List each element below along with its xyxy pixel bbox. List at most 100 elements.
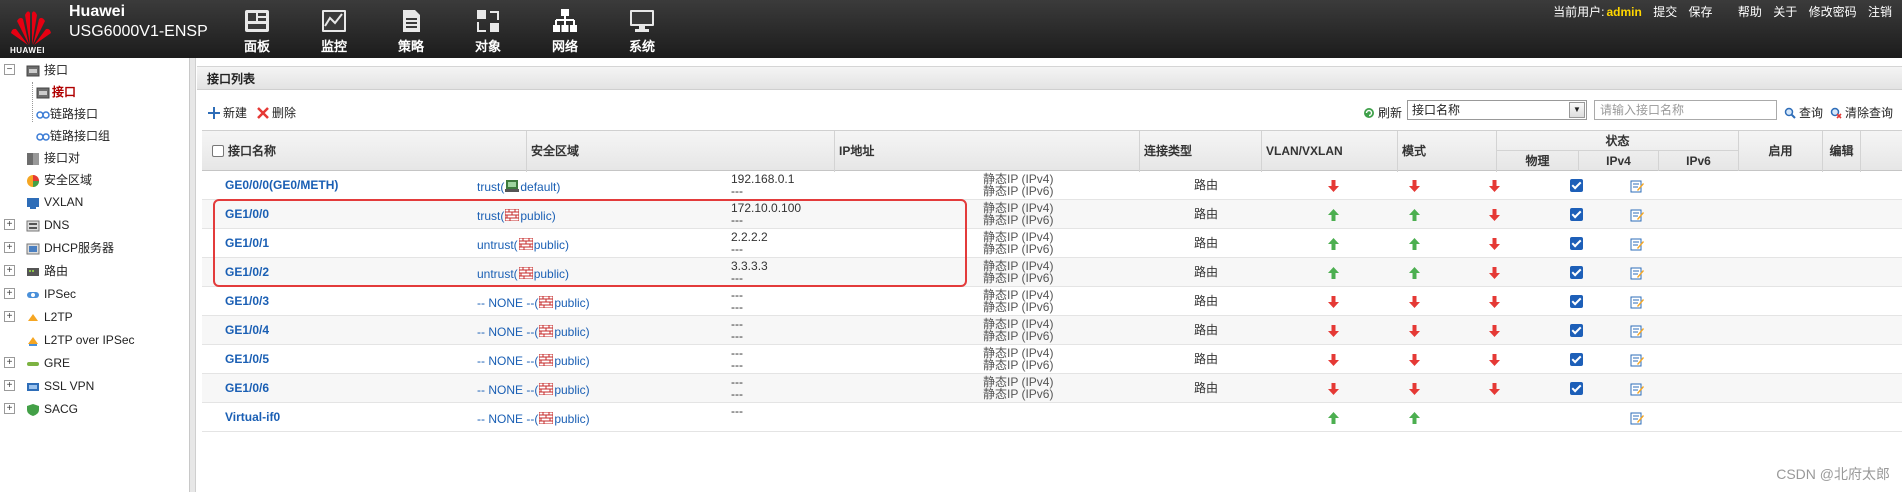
interface-name-link[interactable]: Virtual-if0 xyxy=(225,403,280,432)
sidebar-splitter[interactable] xyxy=(190,58,196,492)
nav-dashboard[interactable]: 面板 xyxy=(229,8,285,55)
nav-system[interactable]: 系统 xyxy=(614,8,670,55)
sidebar-item-label: DNS xyxy=(44,218,70,232)
expand-toggle[interactable]: + xyxy=(4,380,15,391)
about-link[interactable]: 关于 xyxy=(1773,5,1797,19)
tree-line xyxy=(32,82,33,122)
table-row[interactable]: GE1/0/5 -- NONE --(public) --- --- 静态IP (IPv… xyxy=(202,345,1902,374)
security-zone-link[interactable]: untrust(public) xyxy=(477,260,569,289)
filter-field-select[interactable]: 接口名称 ▼ xyxy=(1407,100,1587,120)
edit-icon[interactable] xyxy=(1630,295,1644,309)
sidebar-item-interface[interactable]: 接口 xyxy=(36,82,76,102)
table-row[interactable]: GE1/0/1 untrust(public) 2.2.2.2 --- 静态IP (IP… xyxy=(202,229,1902,258)
interface-name-link[interactable]: GE1/0/3 xyxy=(225,287,269,316)
table-row[interactable]: GE1/0/2 untrust(public) 3.3.3.3 --- 静态IP (IP… xyxy=(202,258,1902,287)
edit-icon[interactable] xyxy=(1630,179,1644,193)
expand-toggle[interactable]: + xyxy=(4,288,15,299)
select-all-checkbox[interactable] xyxy=(212,145,224,157)
zone-suffix: public) xyxy=(533,238,570,252)
edit-icon[interactable] xyxy=(1630,353,1644,367)
zone-prefix: -- NONE --( xyxy=(477,412,539,426)
sidebar-item-link-interface-group[interactable]: 链路接口组 xyxy=(36,126,110,146)
interface-name-link[interactable]: GE1/0/0 xyxy=(225,200,269,229)
delete-button[interactable]: 删除 xyxy=(257,104,296,121)
security-zone-link[interactable]: trust(default) xyxy=(477,173,560,202)
interface-name-link[interactable]: GE0/0/0(GE0/METH) xyxy=(225,171,338,200)
security-zone-link[interactable]: trust(public) xyxy=(477,202,556,231)
nav-network[interactable]: 网络 xyxy=(537,8,593,55)
status-down-icon xyxy=(1408,353,1420,366)
mode-value: 路由 xyxy=(1194,178,1219,192)
enable-checkbox[interactable] xyxy=(1569,208,1583,222)
sidebar-item-l2tp-over-ipsec[interactable]: L2TP over IPSec xyxy=(26,330,135,350)
new-button[interactable]: 新建 xyxy=(208,104,247,121)
interface-name-link[interactable]: GE1/0/6 xyxy=(225,374,269,403)
interface-name-link[interactable]: GE1/0/1 xyxy=(225,229,269,258)
enable-checkbox[interactable] xyxy=(1569,266,1583,280)
expand-toggle[interactable]: + xyxy=(4,242,15,253)
change-password-link[interactable]: 修改密码 xyxy=(1809,5,1857,19)
security-zone-link[interactable]: untrust(public) xyxy=(477,231,569,260)
security-zone-link[interactable]: -- NONE --(public) xyxy=(477,318,590,347)
enable-checkbox[interactable] xyxy=(1569,324,1583,338)
table-row[interactable]: GE0/0/0(GE0/METH) trust(default) 192.168.0… xyxy=(202,171,1902,200)
edit-icon[interactable] xyxy=(1630,237,1644,251)
query-button[interactable]: 查询 xyxy=(1784,104,1823,121)
top-links: 当前用户: admin 提交 保存 帮助 关于 修改密码 注销 xyxy=(1553,3,1892,20)
ip-address: 3.3.3.3 --- xyxy=(731,258,768,287)
sidebar-item-link-interface[interactable]: 链路接口 xyxy=(36,104,98,124)
ipv4-status xyxy=(1374,316,1454,345)
sidebar-item-security-zone[interactable]: 安全区域 xyxy=(26,170,92,190)
security-zone-link[interactable]: -- NONE --(public) xyxy=(477,376,590,405)
collapse-toggle[interactable]: − xyxy=(4,64,15,75)
connection-type: 静态IP (IPv4) 静态IP (IPv6) xyxy=(983,229,1053,258)
expand-toggle[interactable]: + xyxy=(4,311,15,322)
enable-checkbox[interactable] xyxy=(1569,179,1583,193)
enable-checkbox[interactable] xyxy=(1569,237,1583,251)
edit-icon[interactable] xyxy=(1630,411,1644,425)
clear-query-button[interactable]: 清除查询 xyxy=(1830,104,1893,121)
logout-link[interactable]: 注销 xyxy=(1868,5,1892,19)
sidebar-item-vxlan[interactable]: VXLAN xyxy=(26,192,83,212)
edit-icon[interactable] xyxy=(1630,324,1644,338)
edit-icon[interactable] xyxy=(1630,382,1644,396)
sidebar-item-label: 接口 xyxy=(52,85,77,99)
interface-name-link[interactable]: GE1/0/2 xyxy=(225,258,269,287)
edit-icon[interactable] xyxy=(1630,208,1644,222)
table-row[interactable]: GE1/0/0 trust(public) 172.10.0.100 --- 静态IP … xyxy=(202,200,1902,229)
nav-object[interactable]: 对象 xyxy=(460,8,516,55)
ipv4-status xyxy=(1374,403,1454,432)
edit-icon[interactable] xyxy=(1630,266,1644,280)
interface-name-link[interactable]: GE1/0/5 xyxy=(225,345,269,374)
table-row[interactable]: GE1/0/4 -- NONE --(public) --- --- 静态IP (IPv… xyxy=(202,316,1902,345)
save-link[interactable]: 保存 xyxy=(1689,5,1713,19)
expand-toggle[interactable]: + xyxy=(4,219,15,230)
expand-toggle[interactable]: + xyxy=(4,357,15,368)
nav-policy[interactable]: 策略 xyxy=(383,8,439,55)
status-down-icon xyxy=(1327,324,1339,337)
table-row[interactable]: GE1/0/6 -- NONE --(public) --- --- 静态IP (IPv… xyxy=(202,374,1902,403)
expand-toggle[interactable]: + xyxy=(4,265,15,276)
chevron-down-icon[interactable]: ▼ xyxy=(1569,102,1585,118)
enable-checkbox[interactable] xyxy=(1569,295,1583,309)
help-link[interactable]: 帮助 xyxy=(1738,5,1762,19)
firewall-icon xyxy=(539,412,554,424)
enable-checkbox[interactable] xyxy=(1569,382,1583,396)
security-zone-link[interactable]: -- NONE --(public) xyxy=(477,289,590,318)
table-row[interactable]: GE1/0/3 -- NONE --(public) --- --- 静态IP (IPv… xyxy=(202,287,1902,316)
interface-name-link[interactable]: GE1/0/4 xyxy=(225,316,269,345)
enable-checkbox[interactable] xyxy=(1569,353,1583,367)
refresh-button[interactable]: 刷新 xyxy=(1363,104,1402,121)
object-icon xyxy=(477,10,499,32)
enable-cell xyxy=(1534,316,1618,345)
table-row[interactable]: Virtual-if0 -- NONE --(public) --- xyxy=(202,403,1902,432)
search-input[interactable] xyxy=(1594,100,1777,120)
expand-toggle[interactable]: + xyxy=(4,403,15,414)
nav-monitor[interactable]: 监控 xyxy=(306,8,362,55)
security-zone-link[interactable]: -- NONE --(public) xyxy=(477,347,590,376)
policy-icon xyxy=(403,10,420,32)
enable-cell xyxy=(1534,258,1618,287)
sidebar-item-interface-pair[interactable]: 接口对 xyxy=(26,148,80,168)
commit-link[interactable]: 提交 xyxy=(1653,5,1677,19)
security-zone-link[interactable]: -- NONE --(public) xyxy=(477,405,590,434)
